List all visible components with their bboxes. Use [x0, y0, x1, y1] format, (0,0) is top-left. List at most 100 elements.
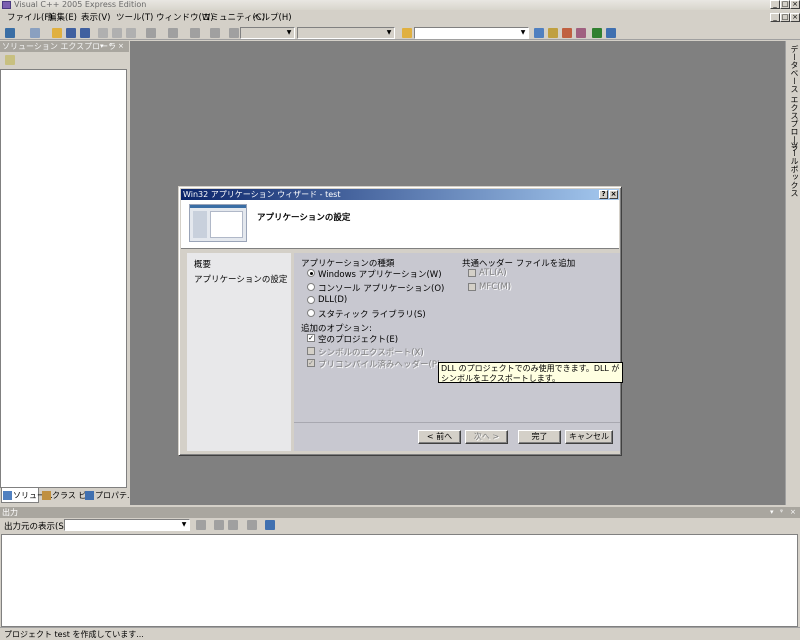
- maximize-button[interactable]: □: [780, 0, 790, 9]
- checkbox-empty-project[interactable]: ✓: [307, 334, 315, 342]
- radio-windows-app[interactable]: [307, 269, 315, 277]
- checkbox-atl-label[interactable]: ATL(A): [479, 268, 507, 278]
- redo-icon[interactable]: [168, 28, 178, 38]
- undo-icon[interactable]: [146, 28, 156, 38]
- object-browser-icon[interactable]: [562, 28, 572, 38]
- checkbox-atl[interactable]: [468, 269, 476, 277]
- tab-property-manager[interactable]: プロパテ...: [84, 488, 135, 503]
- next-button[interactable]: 次へ >: [465, 430, 508, 444]
- solution-explorer-icon[interactable]: [534, 28, 544, 38]
- nav-overview[interactable]: 概要: [194, 258, 211, 270]
- minimize-button[interactable]: _: [770, 0, 780, 9]
- toolbox-icon[interactable]: [576, 28, 586, 38]
- checkbox-empty-project-label[interactable]: 空のプロジェクト(E): [318, 333, 398, 345]
- dialog-close-button[interactable]: ×: [609, 190, 618, 199]
- close-icon[interactable]: ×: [118, 41, 124, 52]
- menu-help[interactable]: ヘルプ(H): [253, 12, 292, 24]
- menu-file[interactable]: ファイル(F): [7, 12, 53, 24]
- settings-panel: アプリケーションの種類 Windows アプリケーション(W) コンソール アプ…: [294, 253, 620, 422]
- find-in-files-icon[interactable]: [402, 28, 412, 38]
- tab-class-view[interactable]: クラス ビ...: [41, 488, 94, 503]
- nav-application-settings[interactable]: アプリケーションの設定: [194, 273, 287, 285]
- navigate-back-icon[interactable]: [190, 28, 200, 38]
- tab-toolbox[interactable]: ツールボックス: [788, 141, 800, 197]
- start-debug-icon[interactable]: [229, 28, 239, 38]
- solution-tree[interactable]: [0, 69, 127, 488]
- dialog-title-bar: Win32 アプリケーション ウィザード - test ? ×: [181, 189, 619, 200]
- radio-static-library[interactable]: [307, 309, 315, 317]
- solution-icon: [3, 491, 12, 500]
- tab-solution-explorer[interactable]: ソリュー...: [1, 488, 53, 503]
- window-list-icon[interactable]: [606, 28, 616, 38]
- radio-console-app[interactable]: [307, 283, 315, 291]
- save-icon[interactable]: [66, 28, 76, 38]
- navigate-forward-icon[interactable]: [210, 28, 220, 38]
- close-icon[interactable]: ×: [790, 507, 796, 518]
- checkbox-precompiled-header[interactable]: ✓: [307, 359, 315, 367]
- menu-tools[interactable]: ツール(T): [116, 12, 153, 24]
- pin-icon[interactable]: ᵠ: [109, 41, 112, 52]
- cancel-button[interactable]: キャンセル: [565, 430, 613, 444]
- wizard-illustration: [189, 204, 247, 242]
- checkbox-mfc[interactable]: [468, 283, 476, 291]
- output-source-label: 出力元の表示(S):: [4, 522, 70, 532]
- cut-icon[interactable]: [98, 28, 108, 38]
- save-all-icon[interactable]: [80, 28, 90, 38]
- checkbox-precompiled-header-label[interactable]: プリコンパイル済みヘッダー(P): [318, 358, 440, 370]
- radio-dll-label[interactable]: DLL(D): [318, 295, 347, 305]
- solution-config-combo[interactable]: ▼: [240, 27, 295, 39]
- class-view-icon: [42, 491, 51, 500]
- close-button[interactable]: ×: [790, 0, 800, 9]
- property-manager-icon: [85, 491, 94, 500]
- dropdown-icon[interactable]: ▾: [100, 41, 104, 52]
- help-button[interactable]: ?: [599, 190, 608, 199]
- solution-explorer-tabs: ソリュー... クラス ビ... プロパテ...: [0, 488, 135, 505]
- chevron-down-icon: ▼: [386, 29, 392, 36]
- previous-message-icon[interactable]: [214, 520, 224, 530]
- solution-platform-combo[interactable]: ▼: [297, 27, 395, 39]
- start-page-icon[interactable]: [592, 28, 602, 38]
- properties-icon[interactable]: [5, 55, 15, 65]
- pin-icon[interactable]: ᵠ: [780, 507, 783, 518]
- next-message-icon[interactable]: [228, 520, 238, 530]
- radio-static-library-label[interactable]: スタティック ライブラリ(S): [318, 308, 426, 320]
- output-source-combo[interactable]: ▼: [64, 519, 190, 531]
- find-message-icon[interactable]: [196, 520, 206, 530]
- doc-minimize-button[interactable]: _: [770, 13, 780, 22]
- dialog-header: アプリケーションの設定: [181, 200, 619, 249]
- menu-bar: ファイル(F) 編集(E) 表示(V) ツール(T) ウィンドウ(W) コミュニ…: [0, 11, 800, 25]
- solution-explorer-toolbar: [0, 52, 129, 69]
- tab-label: プロパテ...: [95, 491, 135, 500]
- radio-console-app-label[interactable]: コンソール アプリケーション(O): [318, 282, 444, 294]
- doc-restore-button[interactable]: □: [780, 13, 790, 22]
- back-button[interactable]: < 前へ: [418, 430, 461, 444]
- open-file-icon[interactable]: [52, 28, 62, 38]
- tab-database-explorer[interactable]: データベース エクスプローラ: [788, 45, 800, 152]
- clear-all-icon[interactable]: [247, 520, 257, 530]
- output-text-area[interactable]: [1, 534, 798, 627]
- radio-dll[interactable]: [307, 296, 315, 304]
- properties-icon[interactable]: [548, 28, 558, 38]
- status-bar: プロジェクト test を作成しています...: [0, 627, 800, 640]
- checkbox-mfc-label[interactable]: MFC(M): [479, 282, 511, 292]
- output-panel: 出力 ▾ ᵠ × 出力元の表示(S): ▼: [0, 505, 800, 627]
- window-title-bar: Visual C++ 2005 Express Edition _ □ ×: [0, 0, 800, 10]
- copy-icon[interactable]: [112, 28, 122, 38]
- add-item-icon[interactable]: [30, 28, 40, 38]
- menu-view[interactable]: 表示(V): [81, 12, 110, 24]
- win32-wizard-dialog: Win32 アプリケーション ウィザード - test ? × アプリケーション…: [178, 186, 622, 456]
- chevron-down-icon: ▼: [520, 29, 526, 36]
- find-combo[interactable]: ▼: [414, 27, 529, 39]
- checkbox-export-symbols-label[interactable]: シンボルのエクスポート(X): [318, 346, 424, 358]
- new-project-icon[interactable]: [5, 28, 15, 38]
- word-wrap-icon[interactable]: [265, 520, 275, 530]
- tooltip: DLL のプロジェクトでのみ使用できます。DLL がシンボルをエクスポートします…: [438, 362, 623, 383]
- dropdown-icon[interactable]: ▾: [770, 507, 774, 518]
- finish-button[interactable]: 完了: [518, 430, 561, 444]
- doc-close-button[interactable]: ×: [790, 13, 800, 22]
- radio-windows-app-label[interactable]: Windows アプリケーション(W): [318, 268, 442, 280]
- paste-icon[interactable]: [126, 28, 136, 38]
- checkbox-export-symbols[interactable]: [307, 347, 315, 355]
- output-title: 出力: [2, 508, 18, 517]
- menu-edit[interactable]: 編集(E): [48, 12, 77, 24]
